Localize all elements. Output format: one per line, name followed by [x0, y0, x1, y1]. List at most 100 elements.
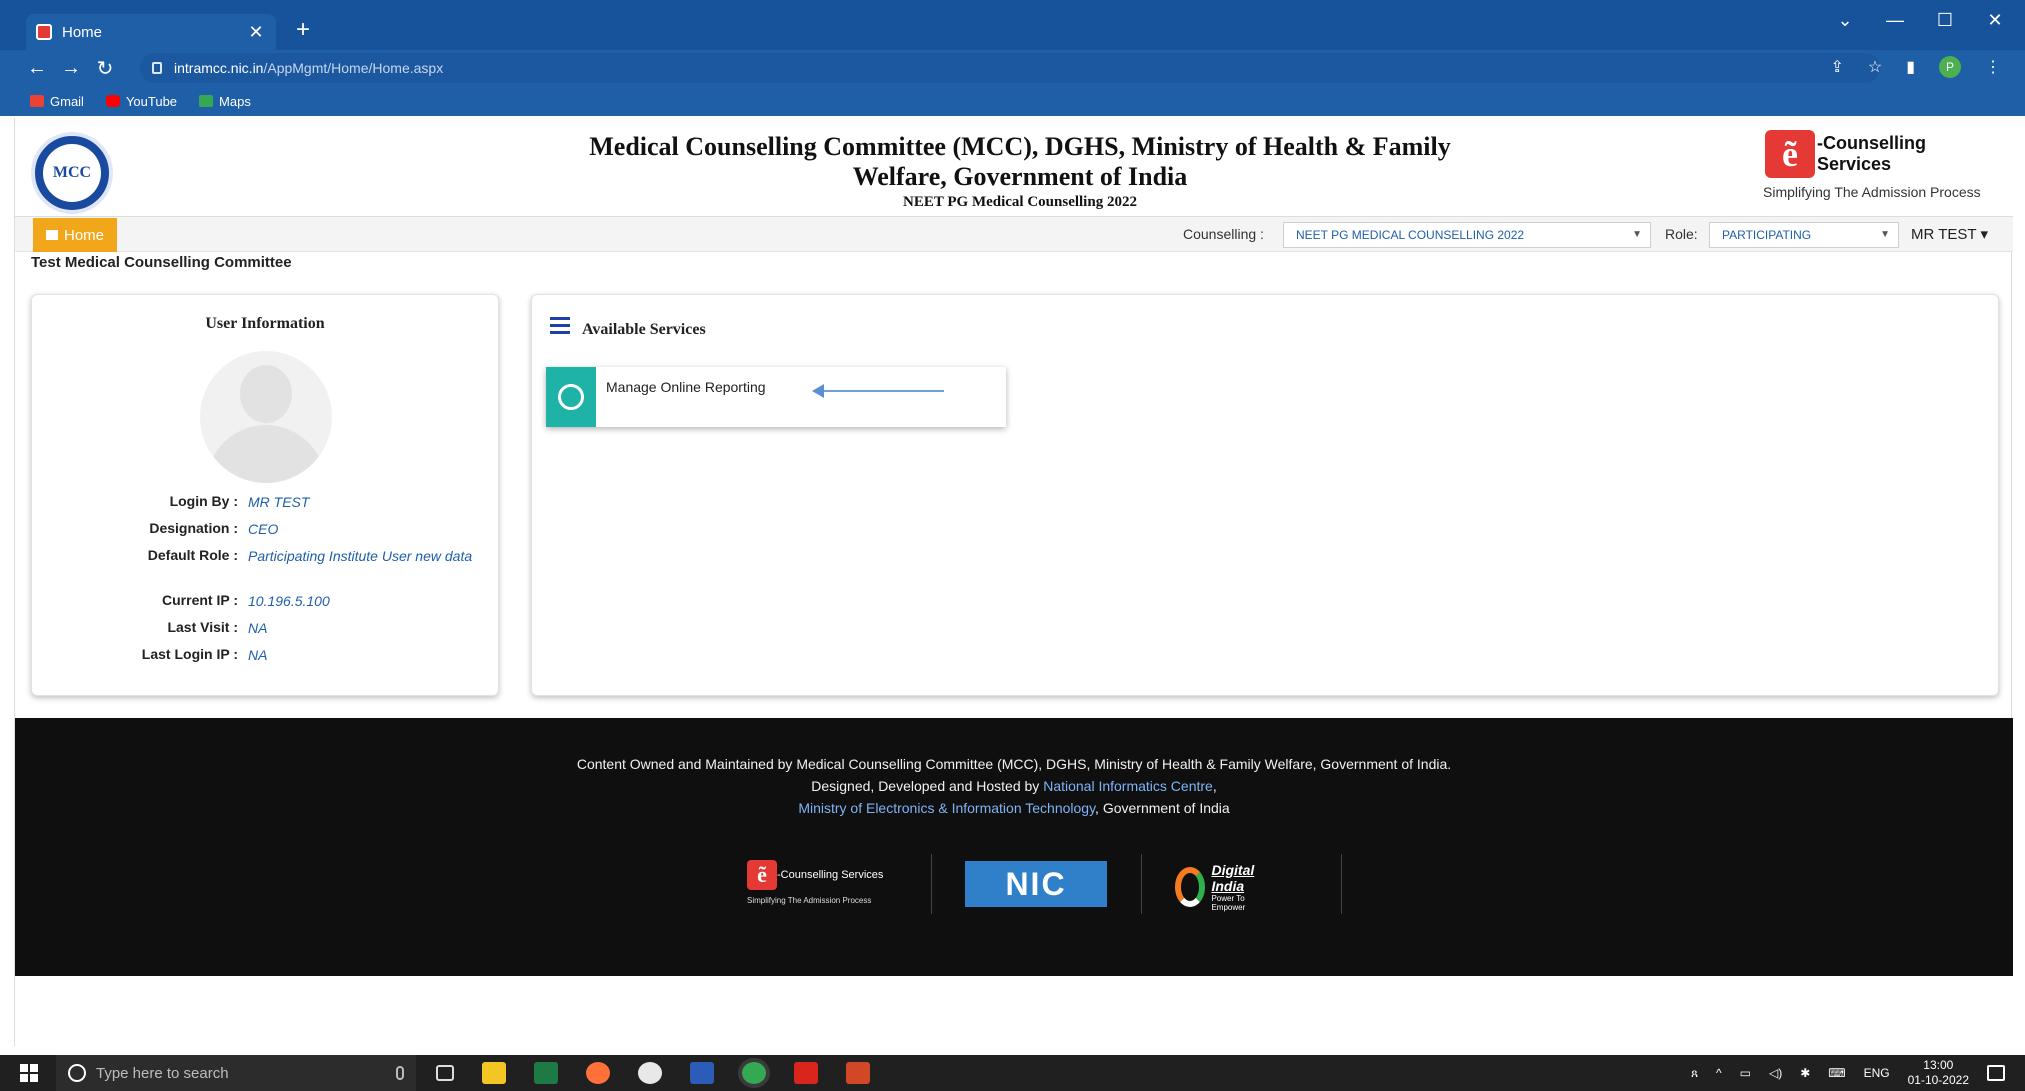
reporting-icon: [558, 384, 584, 410]
microphone-icon[interactable]: [396, 1066, 404, 1080]
bookmark-star-icon[interactable]: ☆: [1868, 57, 1882, 77]
task-view-icon[interactable]: [436, 1065, 454, 1081]
back-arrow-icon[interactable]: ←: [20, 57, 54, 80]
chevron-down-icon: ▼: [1880, 229, 1890, 240]
pointer-arrow-icon: [812, 384, 944, 398]
word-icon[interactable]: [690, 1062, 714, 1084]
footer-e-counselling-logo[interactable]: ẽ -Counselling Services Simplifying The …: [747, 854, 907, 914]
screen: Home ✕ + ⌄ — ☐ ✕ ← → ↻ intramcc.nic.in/A…: [0, 0, 2025, 1091]
footer-designed-by: Designed, Developed and Hosted by Nation…: [811, 778, 1217, 794]
service-icon-box: [546, 367, 596, 427]
powerpoint-icon[interactable]: [846, 1062, 870, 1084]
e-counselling-label: -Counselling Services: [1816, 133, 1926, 174]
bookmarks-bar: Gmail YouTube Maps: [0, 86, 2025, 116]
services-title: Available Services: [582, 321, 706, 338]
role-label: Role:: [1665, 226, 1698, 242]
reload-icon[interactable]: ↻: [88, 56, 122, 81]
close-tab-icon[interactable]: ✕: [246, 22, 266, 43]
bookmark-youtube[interactable]: YouTube: [105, 94, 177, 109]
maps-icon: [199, 95, 214, 107]
side-panel-icon[interactable]: ▮: [1906, 57, 1915, 77]
search-icon: [68, 1064, 86, 1082]
site-subtitle: NEET PG Medical Counselling 2022: [903, 194, 1137, 210]
more-menu-icon[interactable]: ⋮: [1985, 57, 2001, 77]
url-path: /AppMgmt/Home/Home.aspx: [263, 60, 444, 76]
people-icon[interactable]: ጸ: [1691, 1066, 1698, 1081]
url-host: intramcc.nic.in: [174, 60, 264, 76]
organization-name: Test Medical Counselling Committee: [31, 254, 292, 271]
close-window-icon[interactable]: ✕: [1985, 10, 2005, 31]
profile-avatar[interactable]: P: [1939, 56, 1961, 78]
chrome-icon[interactable]: [742, 1062, 766, 1084]
page-blank-area: [15, 976, 2013, 1046]
chevron-down-icon: ▼: [1632, 229, 1642, 240]
footer-digital-india-logo[interactable]: Digital India Power To Empower: [1175, 862, 1264, 922]
taskbar-clock[interactable]: 13:00 01-10-2022: [1908, 1058, 1969, 1088]
site-header: MCC Medical Counselling Committee (MCC),…: [15, 118, 2013, 216]
browser-titlebar: Home ✕ + ⌄ — ☐ ✕: [0, 0, 2025, 50]
lock-icon[interactable]: [152, 62, 162, 74]
nic-link[interactable]: National Informatics Centre: [1043, 778, 1213, 794]
footer-nic-logo[interactable]: NIC: [965, 861, 1107, 921]
minimize-icon[interactable]: —: [1885, 10, 1905, 31]
keyboard-icon[interactable]: ⌨: [1828, 1066, 1845, 1080]
service-label: Manage Online Reporting: [606, 379, 766, 395]
firefox-icon[interactable]: [586, 1062, 610, 1084]
share-icon[interactable]: ⇪: [1830, 57, 1843, 77]
footer-ownership: Content Owned and Maintained by Medical …: [576, 756, 1452, 772]
bluetooth-icon[interactable]: ✱: [1800, 1066, 1810, 1080]
user-menu[interactable]: MR TEST ▾: [1911, 225, 1988, 243]
counselling-select[interactable]: NEET PG MEDICAL COUNSELLING 2022 ▼: [1283, 222, 1651, 248]
language-indicator[interactable]: ENG: [1864, 1066, 1890, 1080]
chrome-profile-icon[interactable]: [638, 1062, 662, 1084]
tab-title: Home: [62, 23, 103, 41]
site-navbar: Home Counselling : NEET PG MEDICAL COUNS…: [15, 216, 2013, 252]
acrobat-icon[interactable]: [794, 1062, 818, 1084]
role-select[interactable]: PARTICIPATING ▼: [1709, 222, 1899, 248]
home-icon: [45, 230, 58, 240]
toolbar-actions: ⇪ ☆ ▮ P ⋮: [1830, 56, 2001, 78]
site-footer: Content Owned and Maintained by Medical …: [15, 718, 2013, 976]
volume-icon[interactable]: ◁): [1769, 1066, 1782, 1080]
system-tray: ጸ ^ ▭ ◁) ✱ ⌨ ENG 13:00 01-10-2022: [1691, 1055, 2005, 1091]
file-explorer-icon[interactable]: [482, 1062, 506, 1084]
hamburger-menu-icon[interactable]: [550, 317, 570, 338]
e-counselling-tagline: Simplifying The Admission Process: [1763, 184, 1981, 200]
user-avatar: [200, 351, 332, 483]
footer-logo-divider: [931, 854, 932, 914]
site-title: Medical Counselling Committee (MCC), DGH…: [589, 132, 1451, 191]
user-info-card: User Information Login By : MR TEST Desi…: [31, 294, 499, 696]
window-controls: ⌄ — ☐ ✕: [1835, 10, 2005, 31]
windows-start-icon[interactable]: [20, 1064, 38, 1082]
service-manage-online-reporting[interactable]: Manage Online Reporting: [546, 367, 1006, 427]
url-input[interactable]: intramcc.nic.in/AppMgmt/Home/Home.aspx: [140, 53, 1880, 83]
mcc-logo-text: MCC: [43, 144, 101, 202]
network-icon[interactable]: ▭: [1740, 1066, 1751, 1080]
notification-icon[interactable]: [1987, 1065, 2005, 1081]
browser-tab-home[interactable]: Home ✕: [26, 14, 276, 50]
bookmark-maps[interactable]: Maps: [199, 94, 251, 109]
taskbar-search-input[interactable]: Type here to search: [56, 1055, 416, 1091]
new-tab-button[interactable]: +: [288, 16, 318, 44]
meity-link[interactable]: Ministry of Electronics & Information Te…: [798, 800, 1095, 816]
footer-logo-divider: [1141, 854, 1142, 914]
maximize-icon[interactable]: ☐: [1935, 10, 1955, 31]
mcc-logo[interactable]: MCC: [31, 132, 113, 214]
taskbar-apps: [436, 1062, 870, 1084]
excel-icon[interactable]: [534, 1062, 558, 1084]
tab-search-icon[interactable]: ⌄: [1835, 10, 1855, 31]
gmail-icon: [30, 95, 44, 107]
home-button[interactable]: Home: [33, 218, 117, 252]
web-page: MCC Medical Counselling Committee (MCC),…: [14, 118, 2013, 1046]
youtube-icon: [105, 95, 120, 107]
e-counselling-badge-icon: ẽ: [1765, 130, 1815, 178]
tray-chevron-up-icon[interactable]: ^: [1716, 1066, 1722, 1080]
favicon-icon: [36, 24, 52, 40]
e-counselling-badge-icon: ẽ: [747, 860, 777, 890]
bookmark-gmail[interactable]: Gmail: [30, 94, 84, 109]
e-counselling-logo: ẽ -Counselling Services Simplifying The …: [1763, 130, 2005, 200]
forward-arrow-icon[interactable]: →: [54, 57, 88, 80]
services-card: Available Services Manage Online Reporti…: [531, 294, 1999, 696]
counselling-label: Counselling :: [1183, 226, 1264, 242]
footer-ministry: Ministry of Electronics & Information Te…: [798, 800, 1230, 816]
